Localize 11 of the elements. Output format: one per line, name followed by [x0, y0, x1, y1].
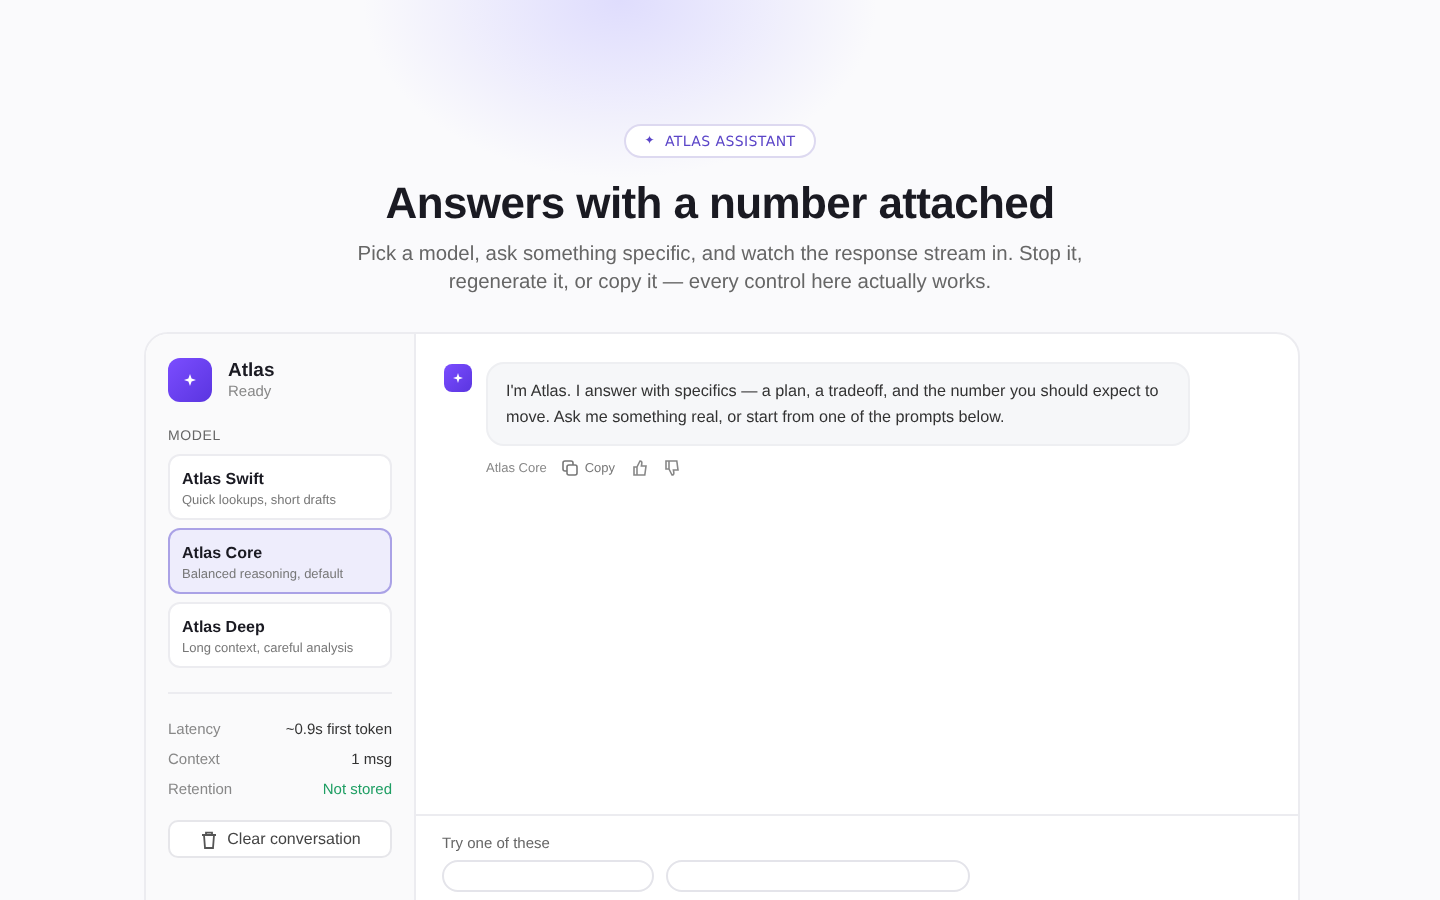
sparkle-icon: [444, 364, 472, 392]
clear-button[interactable]: Clear conversation: [168, 820, 392, 858]
assistant-name: Atlas: [228, 360, 275, 382]
thumbs-up-icon[interactable]: [631, 460, 648, 476]
page-subtitle: Pick a model, ask something specific, and watch the response stream in. Stop it, regenerate it, or copy it — every control here actually works.: [355, 242, 1085, 298]
copy-icon: [562, 460, 579, 476]
assistant-message: I'm Atlas. I answer with specifics — a plan, a tradeoff, and the number you should expect to move. Ask me something real, or start from one of the prompts below.: [486, 362, 1190, 446]
trash-icon: [199, 829, 218, 849]
sparkle-icon: [168, 358, 212, 402]
thumbs-down-icon[interactable]: [663, 460, 680, 476]
page-title: Answers with a number attached: [385, 178, 1055, 230]
